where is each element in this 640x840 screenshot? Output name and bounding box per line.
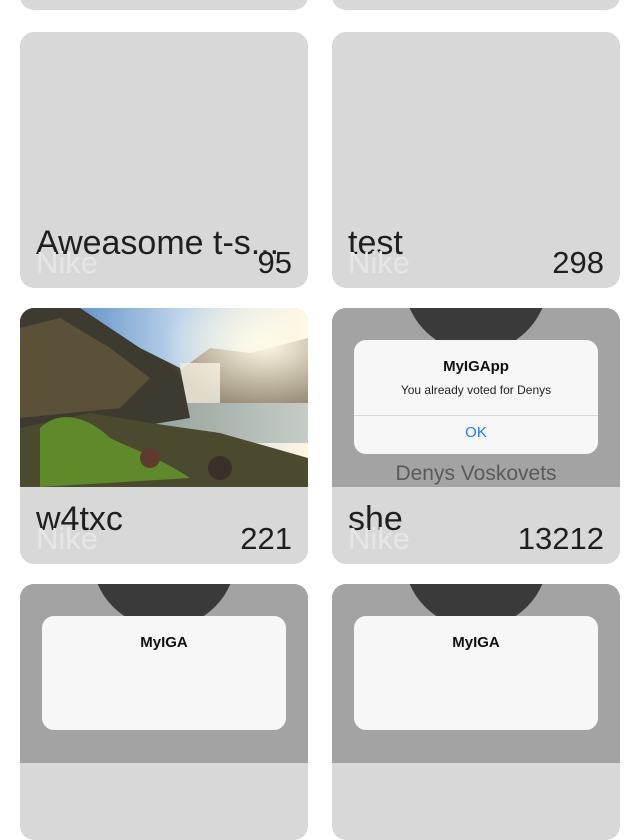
waterfall-photo xyxy=(20,308,308,487)
product-card[interactable]: Aweasome t-s... Nike 95 xyxy=(20,32,308,288)
product-card[interactable]: w4txc Nike 221 xyxy=(20,308,308,564)
screenshot-caption: Denys Voskovets xyxy=(395,462,557,485)
card-brand: Nike xyxy=(348,521,411,556)
alert-screenshot-image: 5 O 6 P * MyIGA xyxy=(20,584,308,763)
vote-count: 95 xyxy=(257,245,292,280)
product-card[interactable]: test Nike 298 xyxy=(332,32,620,288)
card-brand: Nike xyxy=(36,521,99,556)
product-card[interactable]: 5 O 6 P * MyIGApp You already voted for … xyxy=(332,308,620,564)
ok-button[interactable]: OK xyxy=(354,424,598,441)
alert-screenshot-image: 5 O 6 P * MyIGA xyxy=(332,584,620,763)
alert-dialog: MyIGA xyxy=(354,616,598,730)
vote-count: 13212 xyxy=(517,521,604,556)
alert-dialog: MyIGA xyxy=(42,616,286,730)
alert-message: You already voted for Denys xyxy=(400,383,552,397)
vote-count: 221 xyxy=(240,521,292,556)
vote-count: 298 xyxy=(552,245,604,280)
card-brand: Nike xyxy=(36,245,99,280)
alert-title: MyIGA xyxy=(452,634,500,651)
product-card-partial[interactable]: 5 O 6 P * MyIGA xyxy=(20,584,308,840)
card-partial-top-left[interactable] xyxy=(20,0,308,10)
card-partial-top-right[interactable] xyxy=(332,0,620,10)
alert-divider xyxy=(354,415,598,416)
alert-title: MyIGA xyxy=(140,634,188,651)
alert-dialog: MyIGApp You already voted for Denys OK xyxy=(354,340,598,454)
product-card-partial[interactable]: 5 O 6 P * MyIGA xyxy=(332,584,620,840)
alert-screenshot-image: 5 O 6 P * MyIGApp You already voted for … xyxy=(332,308,620,487)
alert-title: MyIGApp xyxy=(443,358,509,375)
card-brand: Nike xyxy=(348,245,411,280)
